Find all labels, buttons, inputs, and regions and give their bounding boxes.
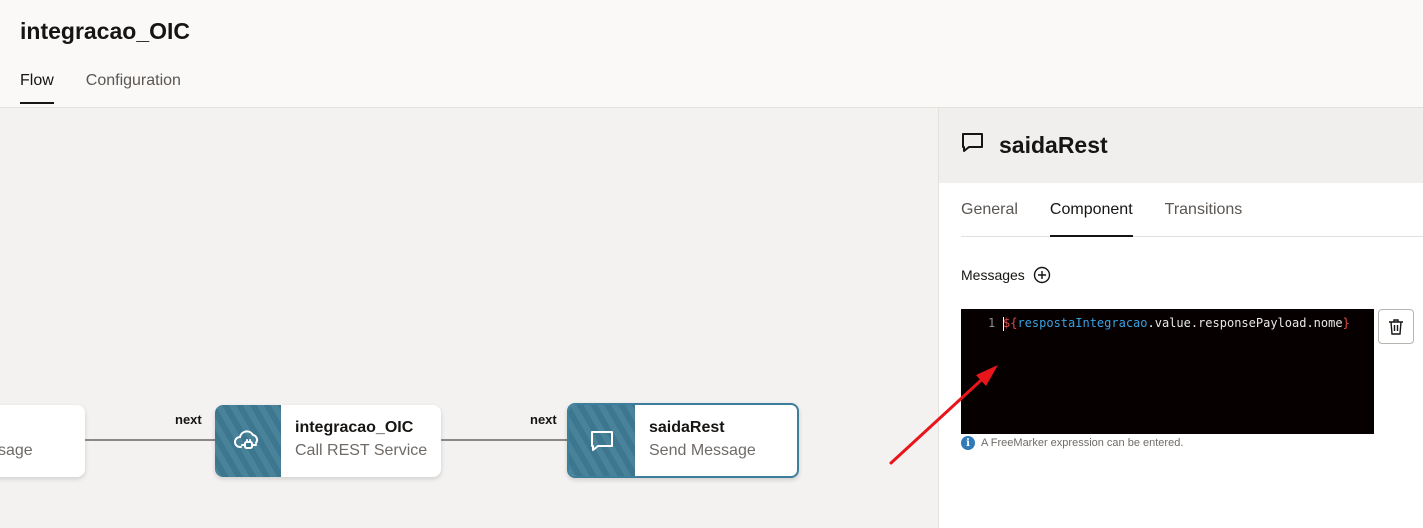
node-name: integracao_OIC <box>295 419 414 436</box>
page-header: integracao_OIC Flow Configuration <box>0 0 1423 108</box>
panel-tabs: General Component Transitions <box>961 201 1423 237</box>
cloud-plug-icon <box>215 405 281 477</box>
flow-node-partial[interactable]: x ssage <box>0 405 85 477</box>
info-icon: i <box>961 436 975 450</box>
code-token: ${ <box>1003 316 1018 330</box>
tab-component[interactable]: Component <box>1049 201 1133 237</box>
connection-label: next <box>175 412 202 427</box>
connection-line <box>85 439 215 441</box>
node-name: saidaRest <box>649 419 725 436</box>
node-type: Send Message <box>649 442 756 459</box>
node-type: Call REST Service <box>295 442 428 459</box>
code-token: .value.responsePayload.nome <box>1147 316 1343 330</box>
panel-header: saidaRest <box>939 108 1423 183</box>
delete-message-button[interactable] <box>1378 309 1414 344</box>
trash-icon <box>1389 318 1403 335</box>
messages-section: Messages <box>961 266 1051 284</box>
node-type: ssage <box>0 442 33 459</box>
panel-title: saidaRest <box>999 132 1108 158</box>
main-tabs: Flow Configuration <box>20 72 181 104</box>
messages-label: Messages <box>961 267 1025 283</box>
flow-canvas[interactable]: x ssage next integracao_OIC Call REST Se… <box>0 108 938 528</box>
flow-node-saidarest[interactable]: saidaRest Send Message <box>567 403 799 478</box>
connection-line <box>441 439 568 441</box>
tab-configuration[interactable]: Configuration <box>86 72 181 104</box>
line-number: 1 <box>988 316 996 330</box>
properties-panel: saidaRest General Component Transitions … <box>938 108 1423 528</box>
code-line: ${respostaIntegracao.value.responsePaylo… <box>1003 316 1350 331</box>
plus-circle-icon <box>1033 266 1051 284</box>
page-title: integracao_OIC <box>20 18 190 44</box>
tab-flow[interactable]: Flow <box>20 72 54 104</box>
flow-node-integracao-oic[interactable]: integracao_OIC Call REST Service <box>215 405 441 477</box>
editor-hint: i A FreeMarker expression can be entered… <box>961 436 1183 450</box>
tab-transitions[interactable]: Transitions <box>1165 201 1243 237</box>
code-token: respostaIntegracao <box>1017 316 1148 330</box>
connection-label: next <box>530 412 557 427</box>
code-editor[interactable]: 1 ${respostaIntegracao.value.responsePay… <box>961 309 1374 434</box>
message-icon <box>569 405 635 476</box>
tab-general[interactable]: General <box>961 201 1018 237</box>
add-message-button[interactable] <box>1033 266 1051 284</box>
code-token: } <box>1342 316 1350 330</box>
message-icon <box>961 132 985 159</box>
hint-text: A FreeMarker expression can be entered. <box>981 437 1184 449</box>
